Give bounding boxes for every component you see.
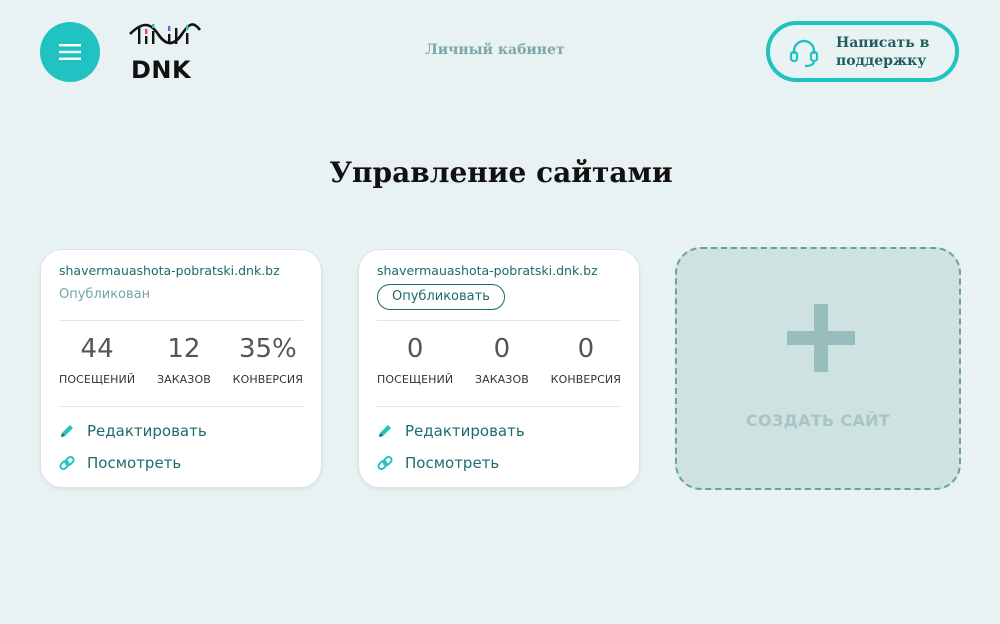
link-icon (59, 455, 75, 471)
link-icon (377, 455, 393, 471)
site-stats: 44 ПОСЕЩЕНИЙ 12 ЗАКАЗОВ 35% КОНВЕРСИЯ (59, 334, 303, 386)
stat-value: 35% (238, 334, 297, 364)
stat-orders: 12 ЗАКАЗОВ (157, 334, 211, 386)
create-site-label: СОЗДАТЬ САЙТ (745, 411, 891, 430)
status-text: Опубликован (59, 287, 151, 302)
logo-text: DNK (131, 56, 192, 84)
support-button[interactable]: Написать в поддержку (766, 21, 959, 82)
divider (377, 320, 621, 321)
site-domain-link[interactable]: shavermauashota-pobratski.dnk.bz (59, 263, 280, 278)
stat-label: ПОСЕЩЕНИЙ (377, 373, 454, 386)
stat-orders: 0 ЗАКАЗОВ (475, 334, 529, 386)
support-label: Написать в поддержку (836, 34, 930, 69)
site-stats: 0 ПОСЕЩЕНИЙ 0 ЗАКАЗОВ 0 КОНВЕРСИЯ (377, 334, 621, 386)
edit-label: Редактировать (87, 422, 207, 440)
edit-label: Редактировать (405, 422, 525, 440)
divider (59, 320, 303, 321)
site-domain-link[interactable]: shavermauashota-pobratski.dnk.bz (377, 263, 598, 278)
stat-conversion: 35% КОНВЕРСИЯ (233, 334, 303, 386)
view-link[interactable]: Посмотреть (377, 454, 499, 472)
divider (59, 406, 303, 407)
stat-label: ЗАКАЗОВ (474, 373, 529, 386)
stat-label: КОНВЕРСИЯ (550, 373, 621, 386)
stat-visits: 0 ПОСЕЩЕНИЙ (377, 334, 453, 386)
pencil-icon (61, 425, 73, 437)
stat-label: ЗАКАЗОВ (156, 373, 211, 386)
stat-value: 44 (80, 334, 114, 364)
stat-conversion: 0 КОНВЕРСИЯ (551, 334, 621, 386)
plus-icon (787, 304, 855, 372)
stat-value: 0 (577, 334, 595, 364)
page-title: Управление сайтами (329, 156, 673, 189)
pencil-icon (379, 425, 391, 437)
stat-value: 0 (406, 334, 424, 364)
stat-visits: 44 ПОСЕЩЕНИЙ (59, 334, 135, 386)
edit-link[interactable]: Редактировать (59, 422, 207, 440)
site-card: shavermauashota-pobratski.dnk.bz Опублик… (358, 249, 640, 488)
view-label: Посмотреть (405, 454, 500, 472)
stat-label: КОНВЕРСИЯ (232, 373, 303, 386)
stat-value: 0 (493, 334, 511, 364)
stat-value: 12 (167, 334, 201, 364)
view-link[interactable]: Посмотреть (59, 454, 181, 472)
headset-icon (789, 39, 819, 67)
stat-label: ПОСЕЩЕНИЙ (59, 373, 136, 386)
site-card: shavermauashota-pobratski.dnk.bz Опублик… (40, 249, 322, 488)
publish-button[interactable]: Опубликовать (377, 284, 505, 310)
divider (377, 406, 621, 407)
create-site-card[interactable]: СОЗДАТЬ САЙТ (675, 247, 961, 490)
view-label: Посмотреть (87, 454, 182, 472)
edit-link[interactable]: Редактировать (377, 422, 525, 440)
